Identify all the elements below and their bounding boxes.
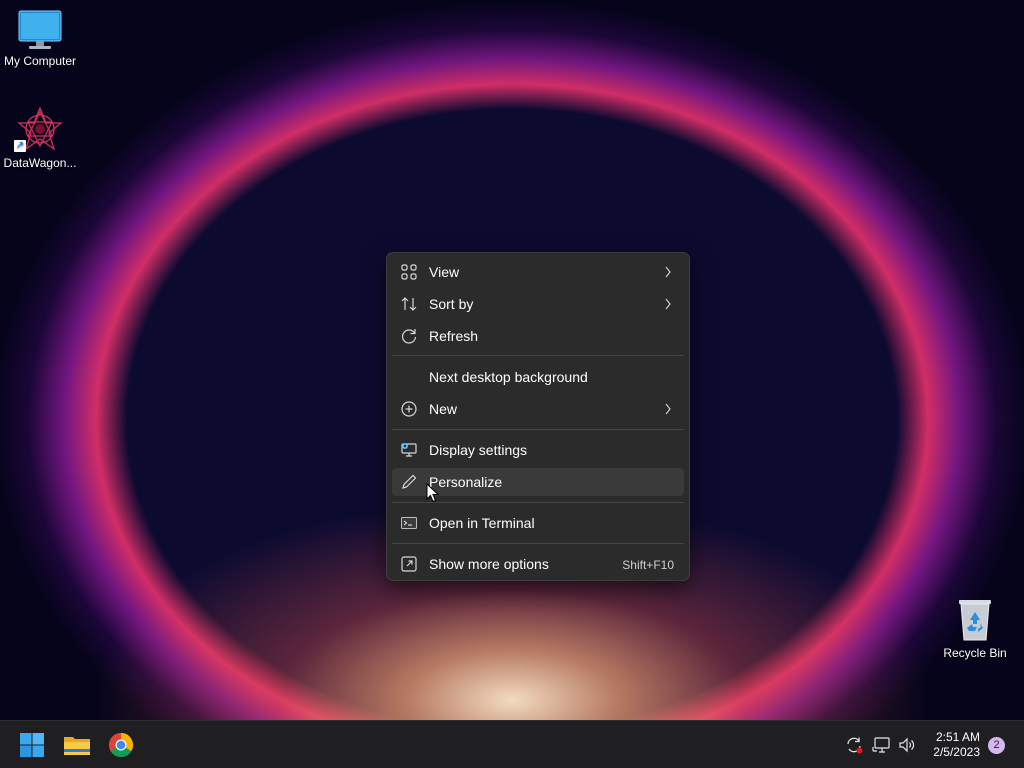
start-button[interactable] — [16, 729, 48, 761]
plus-circle-icon — [401, 401, 417, 417]
menu-item-open-in-terminal[interactable]: Open in Terminal — [392, 509, 684, 537]
terminal-icon — [401, 517, 417, 529]
menu-item-label: Sort by — [429, 296, 474, 312]
menu-item-label: Show more options — [429, 556, 549, 572]
menu-item-display-settings[interactable]: Display settings — [392, 436, 684, 464]
pen-icon — [402, 474, 417, 489]
volume-icon[interactable] — [897, 735, 917, 755]
display-settings-icon — [401, 443, 417, 457]
menu-item-label: Open in Terminal — [429, 515, 535, 531]
desktop-icon-my-computer[interactable]: My Computer — [0, 10, 80, 68]
network-icon[interactable] — [872, 735, 892, 755]
taskbar-clock[interactable]: 2:51 AM 2/5/2023 — [933, 730, 980, 760]
desktop-context-menu: View Sort by Refresh Next desktop backgr… — [386, 252, 690, 581]
menu-item-label: Display settings — [429, 442, 528, 458]
recycle-bin-icon — [959, 600, 991, 641]
taskbar: 2:51 AM 2/5/2023 2 — [0, 720, 1024, 768]
sync-icon[interactable] — [844, 735, 864, 755]
menu-item-label: Next desktop background — [429, 369, 588, 385]
monitor-icon — [18, 10, 62, 49]
sort-arrows-icon — [401, 297, 417, 311]
refresh-icon — [401, 329, 417, 344]
mouse-cursor-icon — [426, 483, 440, 503]
clock-date: 2/5/2023 — [933, 745, 980, 759]
menu-item-label: Refresh — [429, 328, 479, 344]
file-explorer-button[interactable] — [61, 729, 93, 761]
chevron-right-icon — [665, 266, 671, 278]
chrome-button[interactable] — [105, 729, 137, 761]
menu-separator — [392, 355, 684, 356]
menu-separator — [392, 543, 684, 544]
menu-item-sort-by[interactable]: Sort by — [392, 290, 684, 318]
menu-item-label: New — [429, 401, 458, 417]
folder-icon — [64, 737, 90, 755]
desktop-icon-datawagon[interactable]: ↗ DataWagon... — [0, 106, 80, 170]
menu-separator — [392, 429, 684, 430]
chevron-right-icon — [665, 298, 671, 310]
desktop-icon-label: Recycle Bin — [943, 646, 1007, 660]
menu-item-view[interactable]: View — [392, 258, 684, 286]
windows-start-icon — [20, 733, 44, 757]
menu-item-new[interactable]: New — [392, 395, 684, 423]
shortcut-arrow-icon: ↗ — [14, 140, 26, 152]
menu-item-shortcut: Shift+F10 — [622, 558, 674, 572]
clock-time: 2:51 AM — [935, 730, 980, 744]
menu-item-refresh[interactable]: Refresh — [392, 322, 684, 350]
menu-item-next-desktop-background[interactable]: Next desktop background — [392, 363, 684, 391]
chrome-icon — [108, 733, 134, 758]
notification-badge[interactable]: 2 — [988, 737, 1005, 754]
desktop-icon-recycle-bin[interactable]: Recycle Bin — [935, 598, 1015, 660]
menu-item-label: View — [429, 264, 460, 280]
grid-view-icon — [401, 264, 417, 280]
chevron-right-icon — [665, 403, 671, 415]
menu-item-show-more-options[interactable]: Show more options Shift+F10 — [392, 550, 684, 578]
desktop-icon-label: DataWagon... — [3, 156, 77, 170]
show-more-icon — [401, 556, 417, 572]
desktop-icon-label: My Computer — [3, 54, 77, 68]
